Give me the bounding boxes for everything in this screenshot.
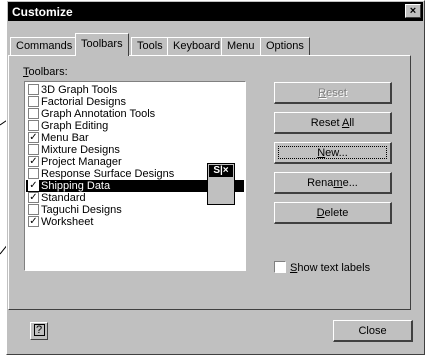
tab-tools[interactable]: Tools bbox=[131, 37, 169, 55]
delete-post: elete bbox=[324, 207, 349, 219]
toolbars-label-rest: oolbars: bbox=[28, 66, 68, 78]
list-item-label: Menu Bar bbox=[41, 132, 89, 144]
floating-toolbar[interactable]: S|× bbox=[207, 163, 235, 205]
list-item-label: Mixture Designs bbox=[41, 144, 120, 156]
reset-all-post: ll bbox=[349, 117, 355, 129]
help-button[interactable]: ? bbox=[30, 322, 48, 340]
checkbox[interactable] bbox=[28, 108, 39, 119]
checkbox[interactable]: ✓ bbox=[28, 216, 39, 227]
list-item[interactable]: Taguchi Designs bbox=[26, 204, 244, 216]
reset-rest: eset bbox=[326, 87, 347, 99]
list-item-label: Graph Annotation Tools bbox=[41, 108, 156, 120]
list-item-label: Project Manager bbox=[41, 156, 122, 168]
reset-all-pre: Reset bbox=[310, 117, 342, 129]
checkbox[interactable] bbox=[28, 144, 39, 155]
reset-accel: R bbox=[318, 87, 327, 99]
rename-pre: Rena bbox=[307, 177, 334, 189]
close-button[interactable]: Close bbox=[333, 320, 413, 342]
list-item[interactable]: 3D Graph Tools bbox=[26, 84, 244, 96]
checkbox[interactable]: ✓ bbox=[28, 132, 39, 143]
show-text-labels-checkbox[interactable] bbox=[274, 261, 286, 273]
help-icon: ? bbox=[33, 324, 45, 336]
close-icon[interactable]: × bbox=[405, 4, 421, 18]
new-button[interactable]: New... bbox=[274, 142, 392, 164]
tab-toolbars[interactable]: Toolbars bbox=[75, 33, 129, 56]
rename-button[interactable]: Rename... bbox=[274, 172, 392, 194]
checkbox[interactable] bbox=[28, 96, 39, 107]
list-item[interactable]: Factorial Designs bbox=[26, 96, 244, 108]
list-item-label: Shipping Data bbox=[41, 180, 111, 192]
checkbox[interactable] bbox=[28, 168, 39, 179]
checkbox[interactable]: ✓ bbox=[28, 192, 39, 203]
checkbox[interactable] bbox=[28, 120, 39, 131]
toolbars-label: Toolbars: bbox=[23, 66, 68, 78]
list-item[interactable]: Graph Editing bbox=[26, 120, 244, 132]
reset-all-button[interactable]: Reset All bbox=[274, 112, 392, 134]
delete-button[interactable]: Delete bbox=[274, 202, 392, 224]
list-item-label: Standard bbox=[41, 192, 86, 204]
tab-options[interactable]: Options bbox=[260, 37, 310, 55]
checkbox[interactable]: ✓ bbox=[28, 180, 39, 191]
list-item-label: Graph Editing bbox=[41, 120, 109, 132]
list-item-label: Worksheet bbox=[41, 216, 94, 228]
floating-toolbar-caption: S|× bbox=[209, 165, 233, 177]
show-text-labels-rest: how text labels bbox=[297, 262, 371, 274]
list-item-label: Factorial Designs bbox=[41, 96, 126, 108]
list-item-label: Response Surface Designs bbox=[41, 168, 175, 180]
checkbox[interactable] bbox=[28, 84, 39, 95]
reset-button: Reset bbox=[274, 82, 392, 104]
show-text-labels-option[interactable]: Show text labels bbox=[274, 261, 370, 274]
list-item[interactable]: Mixture Designs bbox=[26, 144, 244, 156]
list-item[interactable]: Graph Annotation Tools bbox=[26, 108, 244, 120]
list-item-label: Taguchi Designs bbox=[41, 204, 122, 216]
window-title: Customize bbox=[12, 5, 73, 19]
tab-keyboard[interactable]: Keyboard bbox=[167, 37, 227, 55]
tab-menu[interactable]: Menu bbox=[221, 37, 261, 55]
checkbox[interactable]: ✓ bbox=[28, 156, 39, 167]
list-item-label: 3D Graph Tools bbox=[41, 84, 118, 96]
focus-rect bbox=[278, 146, 387, 159]
list-item[interactable]: ✓ Worksheet bbox=[26, 216, 244, 228]
list-item[interactable]: ✓ Menu Bar bbox=[26, 132, 244, 144]
checkbox[interactable] bbox=[28, 204, 39, 215]
rename-post: e... bbox=[342, 177, 358, 189]
tab-commands[interactable]: Commands bbox=[10, 37, 79, 55]
delete-accel: D bbox=[316, 207, 325, 219]
title-bar: Customize × bbox=[8, 2, 423, 21]
rename-accel: m bbox=[333, 177, 343, 189]
